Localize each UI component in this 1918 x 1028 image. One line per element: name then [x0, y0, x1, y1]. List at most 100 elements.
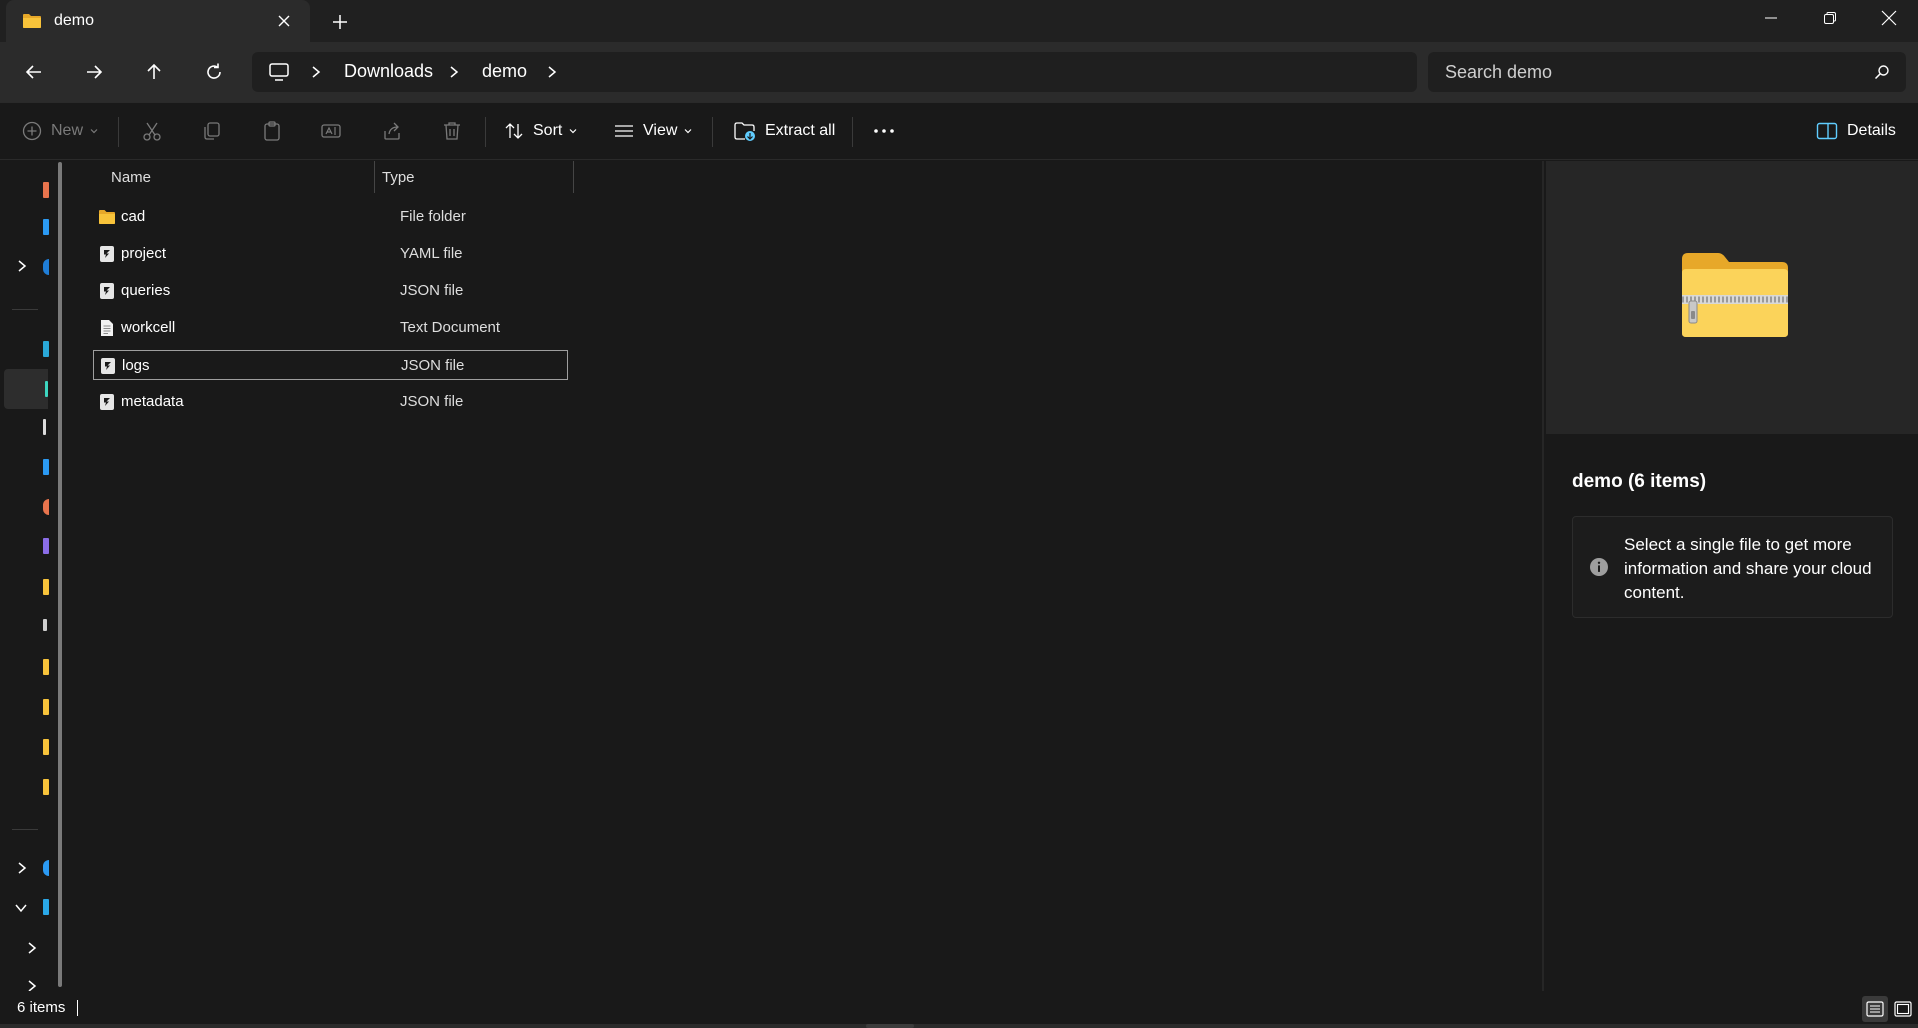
nav-item-icon[interactable]: [43, 779, 49, 795]
resize-handle[interactable]: [866, 1024, 914, 1028]
column-header-type[interactable]: Type: [382, 169, 415, 186]
nav-item-icon[interactable]: [43, 699, 49, 715]
this-pc-icon[interactable]: [268, 62, 290, 82]
file-list[interactable]: Name Type cad File folder project YAML f…: [74, 161, 1541, 991]
chevron-down-icon[interactable]: [14, 901, 28, 915]
arrow-left-icon: [25, 65, 41, 79]
folder-icon: [23, 14, 41, 28]
file-type: JSON file: [400, 282, 464, 299]
window-close-button[interactable]: [1860, 0, 1918, 36]
chevron-right-icon[interactable]: [310, 65, 322, 79]
file-row[interactable]: workcell Text Document: [93, 313, 568, 343]
search-input[interactable]: [1445, 61, 1845, 83]
file-row[interactable]: cad File folder: [93, 202, 568, 232]
info-icon: [1590, 558, 1608, 576]
nav-item-icon[interactable]: [43, 459, 49, 475]
chevron-down-icon: [90, 129, 98, 134]
nav-item-icon[interactable]: [45, 381, 48, 397]
share-button[interactable]: [381, 115, 403, 147]
sort-label: Sort: [533, 122, 563, 139]
cut-button[interactable]: [141, 115, 163, 147]
breadcrumb-downloads[interactable]: Downloads: [344, 61, 433, 82]
file-type: File folder: [400, 208, 466, 225]
minimize-button[interactable]: [1742, 0, 1800, 36]
more-options-button[interactable]: [872, 115, 896, 147]
arrow-right-icon: [87, 65, 103, 79]
sort-button[interactable]: Sort: [504, 115, 578, 147]
tab-demo[interactable]: demo: [6, 0, 310, 42]
chevron-right-icon[interactable]: [448, 65, 460, 79]
column-resize-handle[interactable]: [573, 161, 574, 193]
view-list-icon: [615, 125, 633, 137]
restore-icon: [1824, 12, 1836, 24]
file-type: YAML file: [400, 245, 463, 262]
view-button[interactable]: View: [614, 115, 693, 147]
large-icons-view-button[interactable]: [1890, 996, 1916, 1022]
close-icon[interactable]: [274, 11, 294, 31]
text-document-icon: [101, 320, 113, 336]
breadcrumb-demo[interactable]: demo: [482, 61, 527, 82]
nav-item-icon[interactable]: [43, 219, 49, 235]
forward-button[interactable]: [81, 59, 107, 85]
navigation-pane[interactable]: [0, 161, 72, 992]
delete-button[interactable]: [441, 115, 463, 147]
rename-icon: [321, 124, 341, 138]
extract-all-button[interactable]: Extract all: [734, 115, 835, 147]
nav-item-icon[interactable]: [43, 499, 49, 515]
navigation-bar: Downloads demo: [0, 42, 1918, 102]
nav-item-icon[interactable]: [43, 659, 49, 675]
nav-item-icon[interactable]: [43, 341, 49, 357]
nav-selected-highlight: [4, 369, 48, 409]
toolbar-separator: [852, 117, 853, 147]
copy-button[interactable]: [201, 115, 223, 147]
nav-item-icon[interactable]: [43, 579, 49, 595]
file-name: metadata: [121, 393, 184, 410]
navigation-pane-scrollbar[interactable]: [58, 162, 62, 987]
details-view-button[interactable]: [1862, 996, 1888, 1022]
paste-button[interactable]: [261, 115, 283, 147]
scissors-icon: [143, 122, 161, 141]
back-button[interactable]: [21, 59, 47, 85]
file-row[interactable]: project YAML file: [93, 239, 568, 269]
nav-item-icon[interactable]: [43, 619, 47, 631]
rename-button[interactable]: [320, 115, 342, 147]
details-pane-button[interactable]: Details: [1816, 115, 1896, 147]
search-icon[interactable]: [1874, 64, 1890, 80]
details-title: demo (6 items): [1572, 471, 1707, 492]
file-row[interactable]: queries JSON file: [93, 276, 568, 306]
plus-icon[interactable]: [330, 12, 350, 32]
chevron-right-icon[interactable]: [546, 65, 558, 79]
nav-item-icon[interactable]: [43, 182, 49, 198]
nav-item-icon[interactable]: [43, 538, 49, 554]
clipboard-icon: [264, 121, 280, 141]
file-row[interactable]: metadata JSON file: [93, 387, 568, 417]
nav-item-icon[interactable]: [43, 259, 49, 275]
up-button[interactable]: [141, 59, 167, 85]
file-row-selected[interactable]: logs JSON file: [93, 350, 568, 380]
column-header: Name Type: [74, 161, 574, 193]
toolbar-separator: [485, 117, 486, 147]
plus-circle-icon: [22, 121, 42, 141]
details-preview: [1546, 161, 1918, 434]
file-name: queries: [121, 282, 171, 299]
chevron-right-icon[interactable]: [15, 259, 29, 273]
code-file-icon: [100, 283, 114, 299]
status-separator: [77, 1000, 78, 1016]
refresh-button[interactable]: [201, 59, 227, 85]
restore-button[interactable]: [1801, 0, 1859, 36]
nav-item-icon[interactable]: [43, 739, 49, 755]
nav-item-icon[interactable]: [43, 860, 49, 876]
file-type: JSON file: [400, 393, 464, 410]
address-bar[interactable]: Downloads demo: [252, 52, 1417, 92]
new-button[interactable]: New: [22, 115, 99, 147]
search-box[interactable]: [1428, 52, 1906, 92]
large-icons-view-icon: [1894, 1001, 1912, 1017]
nav-item-icon[interactable]: [43, 419, 46, 435]
extract-folder-icon: [734, 122, 755, 141]
folder-icon: [99, 210, 115, 224]
column-resize-handle[interactable]: [374, 161, 375, 193]
column-header-name[interactable]: Name: [111, 169, 151, 186]
nav-item-icon[interactable]: [43, 899, 49, 915]
chevron-right-icon[interactable]: [15, 861, 29, 875]
chevron-right-icon[interactable]: [25, 941, 39, 955]
